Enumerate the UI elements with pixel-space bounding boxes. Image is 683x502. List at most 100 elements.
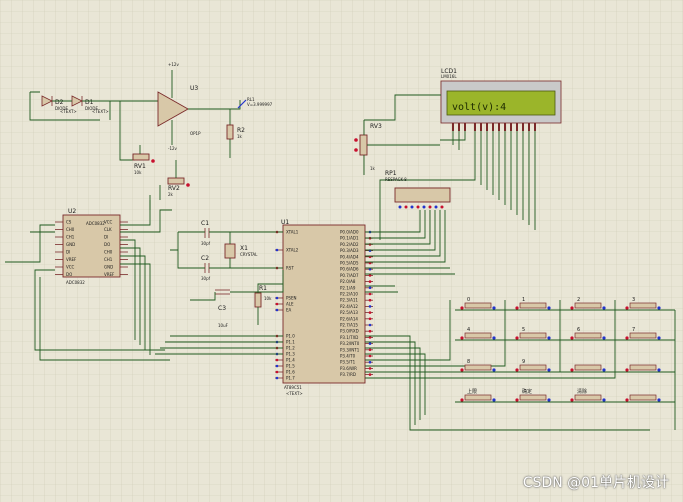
mcu-right-pin-label: P3.2/INT0	[340, 341, 360, 346]
mcu-right-pin-label: P2.1/A9	[340, 285, 356, 290]
keypad-key-pin-state	[492, 368, 496, 372]
keypad-key-pin-state	[602, 306, 606, 310]
opamp-neg-supply: -12v	[168, 146, 178, 151]
mcu-left-pin-label: RST	[286, 266, 294, 271]
keypad-key-body	[629, 332, 657, 339]
c3-ref: C3	[218, 305, 226, 312]
r2-ref: R2	[237, 127, 245, 134]
rp1-part: RESPACK-8	[385, 177, 407, 182]
adc-right-pin-label: VCC	[104, 220, 113, 225]
adc-part-bottom: ADC0832	[66, 280, 85, 285]
adc-right-pin-label: VREF	[104, 272, 115, 277]
opamp-label: OP1P	[190, 131, 201, 136]
keypad-key-pin-state	[547, 306, 551, 310]
mcu-right-pin-label: P0.6/AD6	[340, 267, 359, 272]
watermark-text: CSDN @01单片机设计	[522, 475, 669, 491]
keypad-key-label: 3	[632, 297, 635, 303]
keypad-key-pin-state	[460, 306, 464, 310]
mcu-right-pin-label: P0.2/AD2	[340, 242, 359, 247]
keypad-key-pin-state	[602, 398, 606, 402]
keypad-key-pin-state	[515, 336, 519, 340]
keypad-key-pin-state	[492, 336, 496, 340]
c2-value: 30pf	[201, 276, 211, 281]
mcu-right-pin-label: P3.6/WR	[340, 366, 357, 371]
mcu-right-pin-state	[368, 342, 372, 345]
c1-value: 30pf	[201, 241, 211, 246]
mcu-right-pin-state	[368, 280, 372, 283]
mcu-left-pin-label: P1.3	[286, 352, 295, 357]
diode-d2-ref: D2	[55, 99, 64, 106]
rv2-ref: RV2	[168, 185, 180, 192]
mcu-left-pin-label: P1.0	[286, 334, 295, 339]
mcu-right-pin-label: P0.1/AD1	[340, 236, 359, 241]
mcu-left-pin-state	[275, 370, 279, 374]
mcu-right-pin-state	[368, 311, 372, 314]
c1-ref: C1	[201, 220, 209, 227]
opamp-pos-supply: +12v	[168, 62, 179, 67]
keypad-key-label: 2	[577, 297, 580, 303]
keypad-key-body	[464, 302, 492, 309]
mcu-right-pin-state	[368, 323, 372, 327]
adc-right-pin-label: DO	[104, 242, 110, 247]
keypad-key-label: 确定	[522, 388, 532, 395]
x1-ref: X1	[240, 245, 248, 252]
keypad-key-body	[464, 364, 492, 371]
keypad-key-body	[519, 302, 547, 309]
keypad-key-label: 清除	[577, 388, 587, 395]
rv3-ref: RV3	[370, 123, 382, 130]
mcu-left-pin-label: P1.4	[286, 358, 295, 363]
mcu-right-pin-label: P3.7/RD	[340, 372, 356, 377]
text-placeholder-u1: <TEXT>	[286, 391, 303, 396]
keypad-key-pin-state	[657, 306, 661, 310]
keypad-key-pin-state	[460, 398, 464, 402]
mcu-left-pin-label: P1.2	[286, 346, 295, 351]
mcu-right-pin-state	[368, 286, 372, 290]
adc-right-pin-label: GND	[104, 265, 113, 270]
keypad-key-label: 7	[632, 327, 635, 333]
mcu-right-pin-state	[368, 354, 372, 358]
rv2-value: 2k	[168, 192, 174, 197]
mcu-right-pin-state	[368, 367, 372, 370]
adc-right-pin-label: DI	[104, 235, 108, 240]
mcu-left-pin-state	[275, 376, 279, 380]
mcu-right-pin-state	[368, 336, 372, 339]
keypad-key-pin-state	[602, 368, 606, 372]
text-placeholder-d2: <TEXT>	[60, 109, 77, 114]
keypad-key-label: 4	[467, 327, 470, 333]
keypad-key-pin-state	[570, 398, 574, 402]
schematic-canvas[interactable]: D2 DIODE D1 DIODE U3 +12v -12v OP1P R2 1…	[0, 0, 683, 502]
r1-ref: R1	[259, 285, 267, 292]
mcu-left-pin-state	[275, 296, 279, 300]
keypad-key-pin-state	[570, 368, 574, 372]
mcu-right-pin-label: P3.1/TXD	[340, 335, 358, 340]
keypad-key-body	[519, 364, 547, 371]
mcu-right-pin-state	[368, 329, 372, 333]
keypad-key-pin-state	[570, 306, 574, 310]
keypad-key-pin-state	[515, 368, 519, 372]
adc-left-pin-label: VCC	[66, 265, 75, 270]
keypad-key-body	[519, 332, 547, 339]
keypad-key-pin-state	[570, 336, 574, 340]
keypad-key-body	[574, 332, 602, 339]
mcu-right-pin-label: P2.6/A14	[340, 316, 358, 321]
adc-left-pin-label: DI	[66, 250, 70, 255]
mcu-left-pin-label: EA	[286, 308, 292, 313]
keypad-key-pin-state	[515, 398, 519, 402]
keypad-key-label: 8	[467, 359, 470, 365]
adc-u2[interactable]: U2 ADC0832 ADC0832 CS CH0 CH1 GND DI VREF VCC D…	[55, 208, 128, 285]
mcu-right-pin-label: P2.3/A11	[340, 298, 358, 303]
keypad-key-pin-state	[492, 398, 496, 402]
mcu-u1[interactable]: U1 AT89C51 XTAL1XTAL2RSTPSENALEEAP1.0P1.…	[275, 219, 373, 390]
probe-value: V=3.999997	[247, 102, 273, 107]
diode-d1-ref: D1	[85, 99, 94, 106]
mcu-left-pin-label: XTAL2	[286, 248, 299, 253]
keypad-key-body	[574, 302, 602, 309]
mcu-left-pin-label: XTAL1	[286, 230, 299, 235]
mcu-left-pin-label: PSEN	[286, 296, 296, 301]
c2-ref: C2	[201, 255, 209, 262]
keypad-key-pin-state	[515, 306, 519, 310]
mcu-right-pin-state	[368, 305, 372, 308]
keypad-key-label: 0	[467, 297, 470, 303]
keypad-key-pin-state	[547, 368, 551, 372]
mcu-right-pin-state	[368, 292, 372, 296]
